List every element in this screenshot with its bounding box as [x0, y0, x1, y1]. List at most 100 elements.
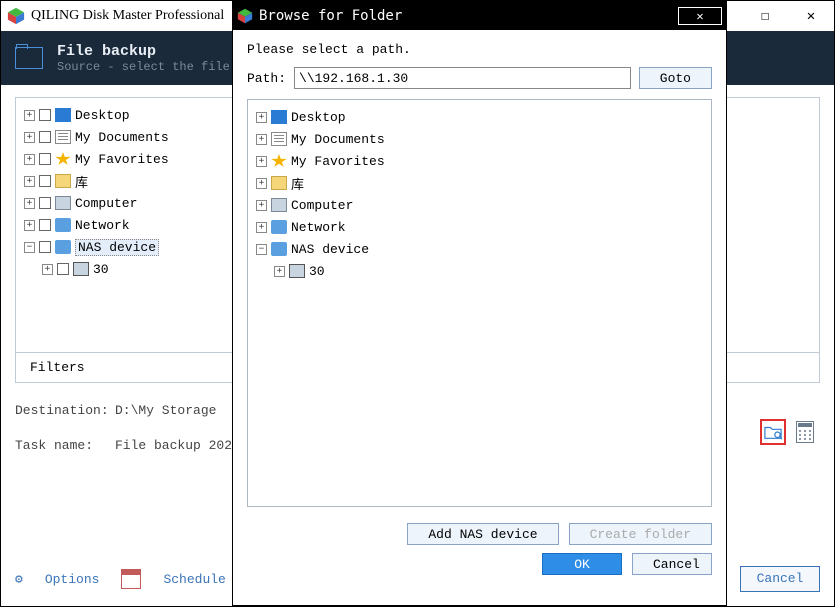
dialog-tree-panel: +Desktop+My Documents+My Favorites+库+Com…: [247, 99, 712, 507]
expand-toggle[interactable]: +: [24, 220, 35, 231]
d-nas[interactable]: − NAS device: [252, 238, 707, 260]
destination-value: D:\My Storage: [115, 403, 216, 418]
expand-toggle[interactable]: +: [42, 264, 53, 275]
close-button[interactable]: ✕: [788, 1, 834, 31]
goto-button[interactable]: Goto: [639, 67, 712, 89]
app-logo-icon: [7, 7, 25, 25]
net-icon: [55, 240, 71, 254]
file-backup-icon: [15, 47, 43, 69]
taskname-label: Task name:: [15, 438, 115, 453]
tree-item-label: Network: [75, 218, 130, 233]
dialog-cancel-button[interactable]: Cancel: [632, 553, 712, 575]
d-desktop[interactable]: + Desktop: [252, 106, 707, 128]
expand-toggle[interactable]: −: [24, 242, 35, 253]
tree-item-label: 库: [75, 172, 88, 191]
checkbox[interactable]: [39, 175, 51, 187]
checkbox[interactable]: [39, 153, 51, 165]
comp-icon: [55, 196, 71, 210]
calculator-icon[interactable]: [792, 419, 818, 445]
browse-folder-dialog: Browse for Folder ✕ Please select a path…: [232, 1, 727, 606]
desktop-icon: [55, 108, 71, 122]
desktop-icon: [271, 110, 287, 124]
checkbox[interactable]: [57, 263, 69, 275]
options-button[interactable]: Options: [45, 572, 100, 587]
checkbox[interactable]: [39, 109, 51, 121]
destination-tools: [760, 419, 818, 445]
checkbox[interactable]: [39, 219, 51, 231]
tree-item-label: Network: [291, 220, 346, 235]
dialog-actions-row1: Add NAS device Create folder: [233, 515, 726, 545]
filters-label: Filters: [30, 360, 85, 375]
tree-item-label: Computer: [75, 196, 137, 211]
tree-item-label: Desktop: [75, 108, 130, 123]
monitor-icon: [289, 264, 305, 278]
comp-icon: [271, 198, 287, 212]
d-docs[interactable]: + My Documents: [252, 128, 707, 150]
tree-item-label: Computer: [291, 198, 353, 213]
tree-item-label: Desktop: [291, 110, 346, 125]
browse-destination-button[interactable]: [760, 419, 786, 445]
tree-item-label: My Documents: [291, 132, 385, 147]
expand-toggle[interactable]: +: [24, 176, 35, 187]
add-nas-button[interactable]: Add NAS device: [407, 523, 558, 545]
expand-toggle[interactable]: +: [256, 222, 267, 233]
tree-item-label: My Favorites: [75, 152, 169, 167]
expand-toggle[interactable]: +: [24, 110, 35, 121]
docs-icon: [271, 132, 287, 146]
d-net[interactable]: + Network: [252, 216, 707, 238]
gear-icon: ⚙: [15, 572, 23, 587]
d-fav[interactable]: + My Favorites: [252, 150, 707, 172]
tree-item-label: NAS device: [75, 239, 159, 256]
page-title: File backup: [57, 43, 230, 60]
expand-toggle[interactable]: +: [256, 134, 267, 145]
d-lib[interactable]: +库: [252, 172, 707, 194]
main-cancel-button[interactable]: Cancel: [740, 566, 820, 592]
dialog-prompt: Please select a path.: [247, 42, 712, 57]
expand-toggle[interactable]: +: [274, 266, 285, 277]
tree-item-label: My Favorites: [291, 154, 385, 169]
expand-toggle[interactable]: +: [256, 200, 267, 211]
fav-icon: [271, 154, 287, 168]
dialog-close-button[interactable]: ✕: [678, 7, 722, 25]
expand-toggle[interactable]: +: [24, 154, 35, 165]
docs-icon: [55, 130, 71, 144]
dialog-actions-row2: OK Cancel: [233, 545, 726, 585]
ok-button[interactable]: OK: [542, 553, 622, 575]
dialog-logo-icon: [237, 8, 253, 24]
lib-icon: [271, 176, 287, 190]
net-icon: [271, 242, 287, 256]
path-row: Path: Goto: [247, 67, 712, 89]
calendar-icon: [121, 569, 141, 589]
expand-toggle[interactable]: +: [256, 112, 267, 123]
dialog-tree[interactable]: +Desktop+My Documents+My Favorites+库+Com…: [252, 106, 707, 282]
monitor-icon: [73, 262, 89, 276]
tree-item-label: 30: [93, 262, 109, 277]
path-label: Path:: [247, 71, 286, 86]
dialog-title: Browse for Folder: [259, 8, 678, 24]
expand-toggle[interactable]: +: [24, 132, 35, 143]
expand-toggle[interactable]: −: [256, 244, 267, 255]
expand-toggle[interactable]: +: [256, 156, 267, 167]
expand-toggle[interactable]: +: [256, 178, 267, 189]
taskname-value: File backup 2021-: [115, 438, 248, 453]
tree-item-label: NAS device: [291, 242, 369, 257]
path-input[interactable]: [294, 67, 631, 89]
tree-item-label: 库: [291, 174, 304, 193]
destination-label: Destination:: [15, 403, 115, 418]
net-icon: [271, 220, 287, 234]
checkbox[interactable]: [39, 197, 51, 209]
dialog-titlebar: Browse for Folder ✕: [233, 2, 726, 30]
expand-toggle[interactable]: +: [24, 198, 35, 209]
tree-item-label: 30: [309, 264, 325, 279]
d-30[interactable]: +30: [252, 260, 707, 282]
d-comp[interactable]: + Computer: [252, 194, 707, 216]
create-folder-button[interactable]: Create folder: [569, 523, 712, 545]
net-icon: [55, 218, 71, 232]
fav-icon: [55, 152, 71, 166]
lib-icon: [55, 174, 71, 188]
checkbox[interactable]: [39, 241, 51, 253]
maximize-button[interactable]: ☐: [742, 1, 788, 31]
tree-item-label: My Documents: [75, 130, 169, 145]
checkbox[interactable]: [39, 131, 51, 143]
page-subtitle: Source - select the file: [57, 60, 230, 74]
